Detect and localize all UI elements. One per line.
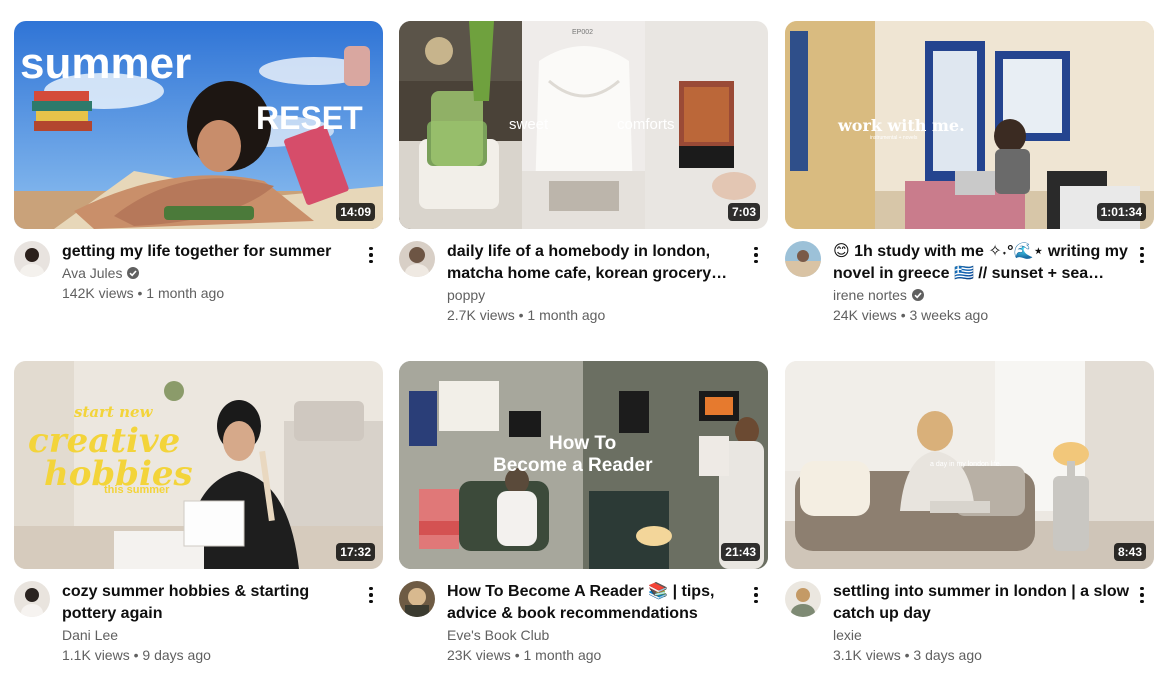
video-duration: 7:03: [727, 203, 760, 221]
video-thumbnail[interactable]: a day in my london life. 8:43: [785, 361, 1154, 569]
view-count: 2.7K views: [447, 307, 515, 323]
channel-avatar[interactable]: [399, 581, 435, 617]
view-count: 1.1K views: [62, 647, 130, 663]
video-title[interactable]: settling into summer in london | a slow …: [833, 581, 1133, 625]
view-count: 142K views: [62, 285, 134, 301]
svg-text:work with me.: work with me.: [837, 116, 965, 135]
channel-avatar[interactable]: [14, 241, 50, 277]
channel-avatar[interactable]: [399, 241, 435, 277]
svg-text:a day in my london life.: a day in my london life.: [930, 461, 1002, 468]
view-count: 3.1K views: [833, 647, 901, 663]
verified-check-icon: [911, 289, 924, 301]
view-count: 24K views: [833, 307, 897, 323]
video-duration: 1:01:34: [1096, 203, 1146, 221]
channel-name-row[interactable]: Ava Jules: [62, 263, 140, 283]
more-vert-icon[interactable]: [359, 583, 383, 607]
channel-avatar[interactable]: [14, 581, 50, 617]
video-card[interactable]: summer RESET 14:09 getting my life toget…: [14, 21, 383, 329]
upload-age: 1 month ago: [523, 647, 602, 663]
channel-name-row[interactable]: Dani Lee: [62, 625, 118, 645]
more-vert-icon[interactable]: [1130, 583, 1154, 607]
svg-text:Become a Reader: Become a Reader: [493, 455, 653, 476]
video-stats: 142K views • 1 month ago: [62, 283, 224, 303]
video-duration: 8:43: [1113, 543, 1146, 561]
video-thumbnail[interactable]: work with me. instrumental + novels 1:01…: [785, 21, 1154, 229]
svg-text:RESET: RESET: [256, 100, 363, 136]
video-stats: 1.1K views • 9 days ago: [62, 645, 211, 665]
video-title[interactable]: daily life of a homebody in london, matc…: [447, 241, 747, 285]
svg-text:How To: How To: [549, 433, 616, 454]
thumbnail-image: How To Become a Reader: [399, 361, 768, 569]
video-duration: 14:09: [336, 203, 375, 221]
separator-dot: •: [133, 647, 139, 663]
thumbnail-image: start new creative hobbies this summer: [14, 361, 383, 569]
more-vert-icon[interactable]: [744, 583, 768, 607]
more-vert-icon[interactable]: [1130, 243, 1154, 267]
separator-dot: •: [904, 647, 910, 663]
video-stats: 3.1K views • 3 days ago: [833, 645, 982, 665]
video-card[interactable]: work with me. instrumental + novels 1:01…: [785, 21, 1154, 329]
channel-name-row[interactable]: Eve's Book Club: [447, 625, 549, 645]
channel-name[interactable]: irene nortes: [833, 285, 907, 305]
thumbnail-title-text: summer: [20, 39, 191, 88]
video-thumbnail[interactable]: sweet comforts EP002 7:03: [399, 21, 768, 229]
svg-text:EP002: EP002: [572, 29, 593, 36]
channel-name[interactable]: lexie: [833, 625, 862, 645]
video-stats: 24K views • 3 weeks ago: [833, 305, 988, 325]
channel-name[interactable]: Dani Lee: [62, 625, 118, 645]
video-title[interactable]: getting my life together for summer: [62, 241, 362, 263]
channel-avatar[interactable]: [785, 241, 821, 277]
video-title[interactable]: How To Become A Reader 📚 | tips, advice …: [447, 581, 747, 625]
view-count: 23K views: [447, 647, 511, 663]
separator-dot: •: [900, 307, 906, 323]
channel-name[interactable]: Eve's Book Club: [447, 625, 549, 645]
separator-dot: •: [518, 307, 524, 323]
channel-name[interactable]: Ava Jules: [62, 263, 122, 283]
svg-text:comforts: comforts: [617, 116, 675, 133]
svg-text:this summer: this summer: [104, 484, 170, 496]
video-card[interactable]: How To Become a Reader 21:43 How To Beco…: [399, 361, 768, 669]
video-stats: 2.7K views • 1 month ago: [447, 305, 605, 325]
thumbnail-image: sweet comforts EP002: [399, 21, 768, 229]
channel-name-row[interactable]: lexie: [833, 625, 862, 645]
thumbnail-image: work with me. instrumental + novels: [785, 21, 1154, 229]
thumbnail-image: summer RESET: [14, 21, 383, 229]
thumbnail-image: a day in my london life.: [785, 361, 1154, 569]
upload-age: 1 month ago: [146, 285, 225, 301]
video-duration: 17:32: [336, 543, 375, 561]
verified-check-icon: [127, 267, 140, 279]
video-title[interactable]: 😊 1h study with me ✧˖°🌊⋆ writing my nove…: [833, 241, 1133, 285]
more-vert-icon[interactable]: [359, 243, 383, 267]
video-card[interactable]: sweet comforts EP002 7:03 daily life of …: [399, 21, 768, 329]
video-thumbnail[interactable]: start new creative hobbies this summer 1…: [14, 361, 383, 569]
svg-text:start new: start new: [74, 403, 154, 421]
video-card[interactable]: start new creative hobbies this summer 1…: [14, 361, 383, 669]
video-card[interactable]: a day in my london life. 8:43 settling i…: [785, 361, 1154, 669]
upload-age: 3 days ago: [913, 647, 982, 663]
upload-age: 3 weeks ago: [909, 307, 989, 323]
channel-avatar[interactable]: [785, 581, 821, 617]
more-vert-icon[interactable]: [744, 243, 768, 267]
svg-text:instrumental + novels: instrumental + novels: [870, 135, 918, 141]
channel-name[interactable]: poppy: [447, 285, 485, 305]
upload-age: 1 month ago: [527, 307, 606, 323]
video-thumbnail[interactable]: How To Become a Reader 21:43: [399, 361, 768, 569]
upload-age: 9 days ago: [142, 647, 211, 663]
separator-dot: •: [514, 647, 520, 663]
video-thumbnail[interactable]: summer RESET 14:09: [14, 21, 383, 229]
video-duration: 21:43: [721, 543, 760, 561]
svg-text:sweet: sweet: [509, 116, 549, 133]
video-title[interactable]: cozy summer hobbies & starting pottery a…: [62, 581, 362, 625]
channel-name-row[interactable]: irene nortes: [833, 285, 925, 305]
separator-dot: •: [137, 285, 143, 301]
channel-name-row[interactable]: poppy: [447, 285, 485, 305]
video-stats: 23K views • 1 month ago: [447, 645, 601, 665]
